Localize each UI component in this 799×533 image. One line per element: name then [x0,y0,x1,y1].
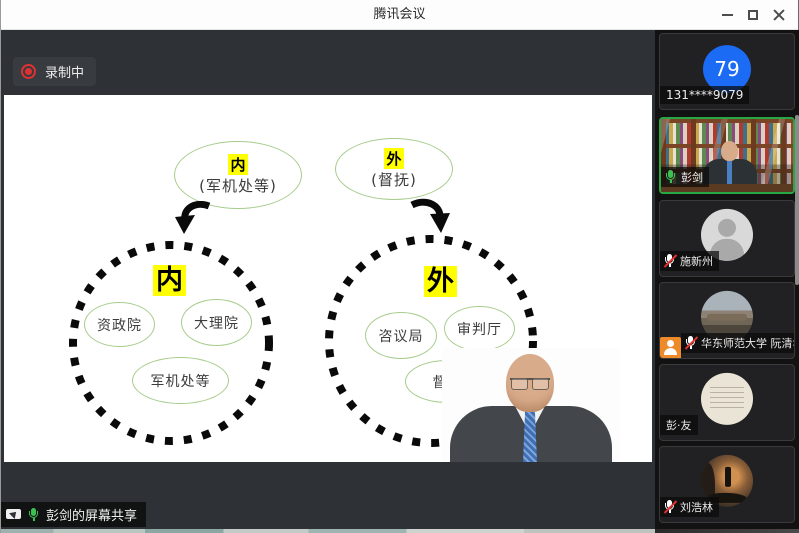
desktop-taskbar-sliver [655,529,799,533]
participant-name: 华东师范大学 阮清华 [701,335,795,351]
right-group-item: 审判厅 [444,306,515,351]
curved-arrow-down-right-icon [404,198,452,236]
oval-nei-source: 内 (军机处等) [174,141,302,209]
maximize-button[interactable] [740,0,766,30]
screen-share-label: 彭剑的屏幕共享 [46,505,137,524]
participant-tile-active-speaker[interactable]: 彭剑 [659,117,795,194]
left-group-item: 资政院 [84,302,155,347]
presentation-slide: 内 (军机处等) 外 (督抚) 内 资政院 大理院 军机 [4,95,652,462]
participant-name: 彭·友 [666,417,692,433]
oval-wai-tag: 外 [384,148,403,169]
screen-share-badge: 彭剑的屏幕共享 [1,502,146,527]
participant-name: 施新州 [680,253,713,269]
avatar-photo [701,372,753,424]
left-group-item: 军机处等 [132,357,229,404]
mic-on-icon [27,508,40,522]
presenter-glasses [510,378,550,387]
oval-nei-sub: (军机处等) [199,175,277,196]
minimize-icon [722,14,733,16]
right-group-title: 外 [424,266,457,297]
mic-muted-icon [663,254,676,268]
oval-wai-source: 外 (督抚) [335,138,453,200]
participant-name: 彭剑 [681,169,703,185]
mic-muted-icon [663,500,676,514]
presenter-tie [523,410,537,462]
curved-arrow-down-left-icon [174,201,214,237]
recording-dot-icon [21,64,36,79]
mic-muted-icon [684,336,697,350]
presenter-webcam-overlay [442,348,620,462]
minimize-button[interactable] [714,0,740,30]
title-bar: 腾讯会议 [1,0,798,30]
screen-share-stage: 录制中 内 (军机处等) 外 (督抚) [1,30,655,529]
participant-tile[interactable]: 彭·友 [659,364,795,441]
participant-tile[interactable]: 华东师范大学 阮清华 [659,282,795,359]
participant-tile[interactable]: 刘浩林 [659,446,795,523]
sidebar-scrollbar[interactable] [795,115,799,285]
left-group-item: 大理院 [181,299,252,346]
window-title: 腾讯会议 [1,0,798,30]
desktop-taskbar-sliver [1,529,655,533]
recording-label: 录制中 [45,62,84,81]
oval-nei-tag: 内 [228,154,247,175]
member-badge-icon [660,337,681,358]
mic-on-icon [664,170,677,184]
left-group-title: 内 [153,265,186,296]
close-icon [773,9,785,21]
participant-tile[interactable]: 施新州 [659,200,795,277]
participant-name: 131****9079 [666,88,743,102]
right-group-item: 咨议局 [365,312,437,359]
oval-wai-sub: (督抚) [371,169,417,190]
participants-sidebar: 79 131****9079 彭剑 [655,30,799,529]
close-button[interactable] [766,0,792,30]
meeting-window: 腾讯会议 录制中 内 (军机处等) 外 (督抚) [0,0,799,533]
screen-share-icon [6,508,21,521]
maximize-icon [748,10,758,20]
participant-name: 刘浩林 [680,499,713,515]
recording-indicator: 录制中 [13,57,96,86]
participant-tile[interactable]: 79 131****9079 [659,33,795,110]
